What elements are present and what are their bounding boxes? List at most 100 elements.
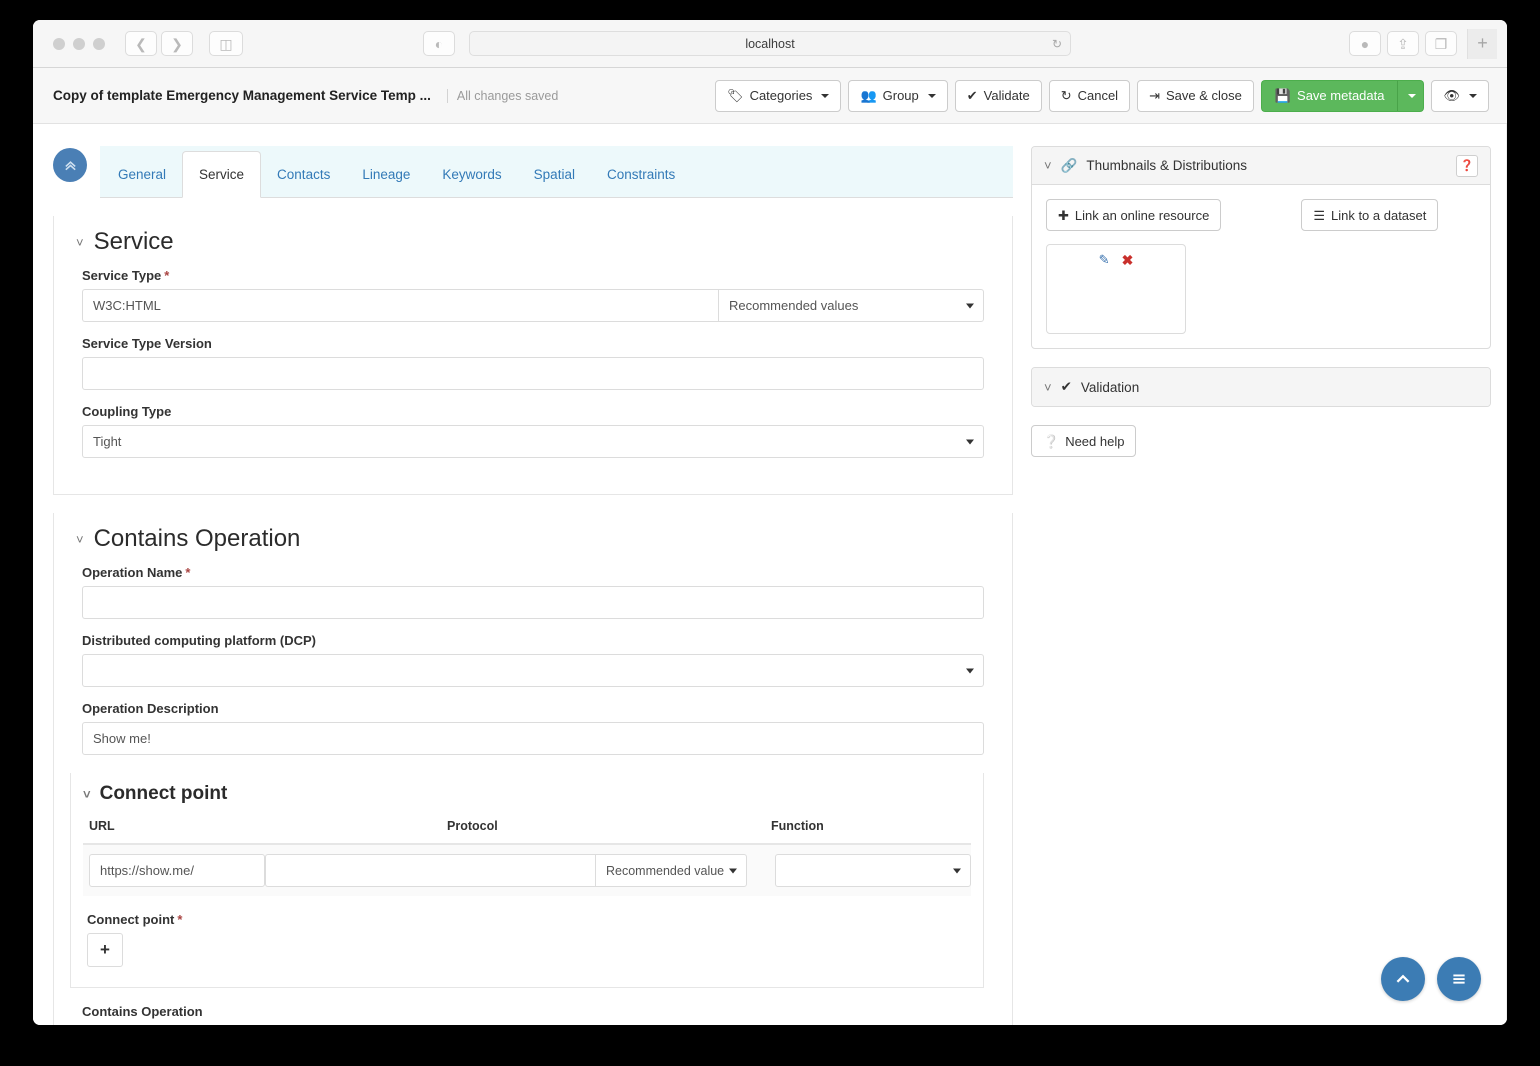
operation-name-input[interactable] — [82, 586, 984, 619]
tab-constraints[interactable]: Constraints — [591, 151, 691, 197]
tab-service[interactable]: Service — [182, 151, 262, 198]
service-type-select-value: Recommended values — [729, 298, 859, 313]
save-metadata-button[interactable]: 💾 Save metadata — [1260, 79, 1399, 112]
operation-description-label: Operation Description — [82, 701, 219, 716]
back-button[interactable]: ❮ — [125, 31, 157, 56]
tab-contacts[interactable]: Contacts — [261, 151, 346, 197]
tab-lineage[interactable]: Lineage — [346, 151, 426, 197]
tab-overview-icon[interactable]: ❐ — [1425, 31, 1457, 56]
reload-icon[interactable]: ↻ — [1052, 37, 1062, 51]
new-tab-button[interactable]: + — [1467, 28, 1497, 59]
check-icon: ✔ — [1060, 379, 1072, 394]
chevron-down-icon[interactable]: ˅ — [76, 235, 84, 250]
chevron-down-icon — [1469, 93, 1477, 98]
address-bar[interactable]: localhost ↻ — [469, 31, 1071, 56]
link-dataset-label: Link to a dataset — [1330, 207, 1427, 223]
service-type-select[interactable]: Recommended values — [718, 289, 984, 322]
connect-point-subsection: ˅ Connect point URL Protocol Function ht… — [70, 773, 984, 988]
dcp-select[interactable] — [82, 654, 984, 687]
tag-icon: 🏷 — [727, 88, 744, 103]
validate-button[interactable]: ✔ Validate — [954, 79, 1042, 112]
categories-button[interactable]: 🏷 Categories — [715, 79, 842, 112]
operation-name-field: Operation Name * — [54, 565, 1012, 619]
share-icon[interactable]: ⇪ — [1387, 31, 1419, 56]
view-mode-button[interactable]: 👁 — [1431, 79, 1489, 112]
tab-keywords[interactable]: Keywords — [426, 151, 517, 197]
save-metadata-label: Save metadata — [1297, 88, 1385, 103]
tab-bar-row: General Service Contacts Lineage Keyword… — [53, 146, 1013, 198]
browser-window: ❮ ❯ ◫ ◐ localhost ↻ ● ⇪ ❐ + Copy of temp… — [33, 20, 1507, 1025]
scroll-to-top-button[interactable] — [1381, 957, 1425, 1001]
window-traffic-lights[interactable] — [43, 37, 105, 50]
chevron-down-icon[interactable]: ˅ — [83, 787, 91, 802]
save-metadata-dropdown-button[interactable] — [1398, 79, 1425, 112]
link-online-resource-button[interactable]: ✚ Link an online resource — [1046, 199, 1222, 231]
help-icon[interactable]: ❓ — [1456, 154, 1478, 177]
protocol-select[interactable]: Recommended value — [595, 854, 747, 887]
exit-icon: ⇥ — [1149, 88, 1160, 103]
add-connect-point-label: Connect point * — [87, 912, 967, 927]
link-dataset-button[interactable]: ☰ Link to a dataset — [1301, 199, 1439, 231]
cancel-label: Cancel — [1077, 88, 1119, 103]
column-header-url: URL — [89, 819, 115, 833]
need-help-label: Need help — [1065, 433, 1125, 449]
x-icon[interactable]: ✖ — [1122, 252, 1134, 269]
need-help-button[interactable]: ❔ Need help — [1031, 425, 1137, 457]
add-contains-operation-label: Contains Operation — [82, 1004, 203, 1019]
url-input[interactable] — [89, 854, 265, 887]
minimize-window-button[interactable] — [73, 37, 85, 50]
chevron-down-icon — [821, 93, 830, 98]
download-icon[interactable]: ● — [1349, 31, 1381, 56]
table-row: Recommended value — [83, 845, 971, 896]
validation-panel-header[interactable]: ˅ ✔ Validation — [1032, 368, 1490, 406]
collapse-all-button[interactable] — [53, 148, 87, 182]
app-header: Copy of template Emergency Management Se… — [33, 68, 1507, 124]
cancel-button[interactable]: ↻ Cancel — [1048, 79, 1131, 112]
scrollbar-track[interactable] — [1506, 124, 1507, 1025]
service-type-label: Service Type * — [82, 268, 984, 283]
shield-icon[interactable]: ◐ — [423, 31, 455, 56]
operation-name-label: Operation Name * — [82, 565, 984, 580]
thumbnails-panel: ˅ 🔗 Thumbnails & Distributions ❓ ✚ Link … — [1031, 146, 1491, 349]
save-metadata-split-button: 💾 Save metadata — [1260, 79, 1425, 112]
floppy-disk-icon: 💾 — [1274, 88, 1292, 103]
menu-button[interactable] — [1437, 957, 1481, 1001]
service-type-input[interactable] — [82, 289, 718, 322]
sidebar-toggle-icon[interactable]: ◫ — [209, 31, 243, 56]
operation-description-field: Operation Description — [54, 701, 1012, 755]
thumbnails-panel-header[interactable]: ˅ 🔗 Thumbnails & Distributions ❓ — [1032, 147, 1490, 185]
column-header-function: Function — [771, 819, 824, 833]
function-select[interactable] — [775, 854, 971, 887]
coupling-type-select[interactable]: Tight — [82, 425, 984, 458]
url-cell — [83, 854, 265, 887]
connect-point-table: URL Protocol Function Recommende — [83, 819, 971, 896]
chevron-down-icon — [966, 668, 974, 673]
chevron-down-icon — [1408, 93, 1417, 98]
chevron-down-icon — [729, 868, 737, 873]
service-type-version-input[interactable] — [82, 357, 984, 390]
chevron-down-icon — [927, 93, 936, 98]
chevron-down-icon[interactable]: ˅ — [1044, 158, 1052, 173]
chevron-down-icon[interactable]: ˅ — [1044, 380, 1052, 395]
need-help-wrap: ❔ Need help — [1031, 425, 1137, 459]
save-and-close-button[interactable]: ⇥ Save & close — [1137, 79, 1254, 112]
connect-point-title: ˅ Connect point — [71, 773, 983, 805]
operation-description-input[interactable] — [82, 722, 984, 755]
forward-button[interactable]: ❯ — [161, 31, 193, 56]
tab-general[interactable]: General — [102, 151, 182, 197]
add-connect-point-button[interactable]: + — [87, 933, 123, 967]
pencil-icon[interactable]: ✎ — [1099, 252, 1110, 268]
protocol-input[interactable] — [265, 854, 595, 887]
required-marker: * — [164, 268, 170, 283]
address-bar-wrap: ◐ localhost ↻ — [423, 31, 1071, 56]
dcp-field: Distributed computing platform (DCP) — [54, 633, 1012, 687]
close-window-button[interactable] — [53, 37, 65, 50]
contains-operation-section: ˅ Contains Operation Operation Name * Dis… — [53, 513, 1013, 1025]
tab-spatial[interactable]: Spatial — [518, 151, 591, 197]
maximize-window-button[interactable] — [93, 37, 105, 50]
floating-action-buttons — [1381, 957, 1481, 1001]
group-button[interactable]: 👥 Group — [848, 79, 948, 112]
chevron-down-icon[interactable]: ˅ — [76, 532, 84, 547]
chevron-down-icon — [966, 303, 974, 308]
thumbnails-panel-body: ✚ Link an online resource ☰ Link to a da… — [1032, 185, 1490, 348]
